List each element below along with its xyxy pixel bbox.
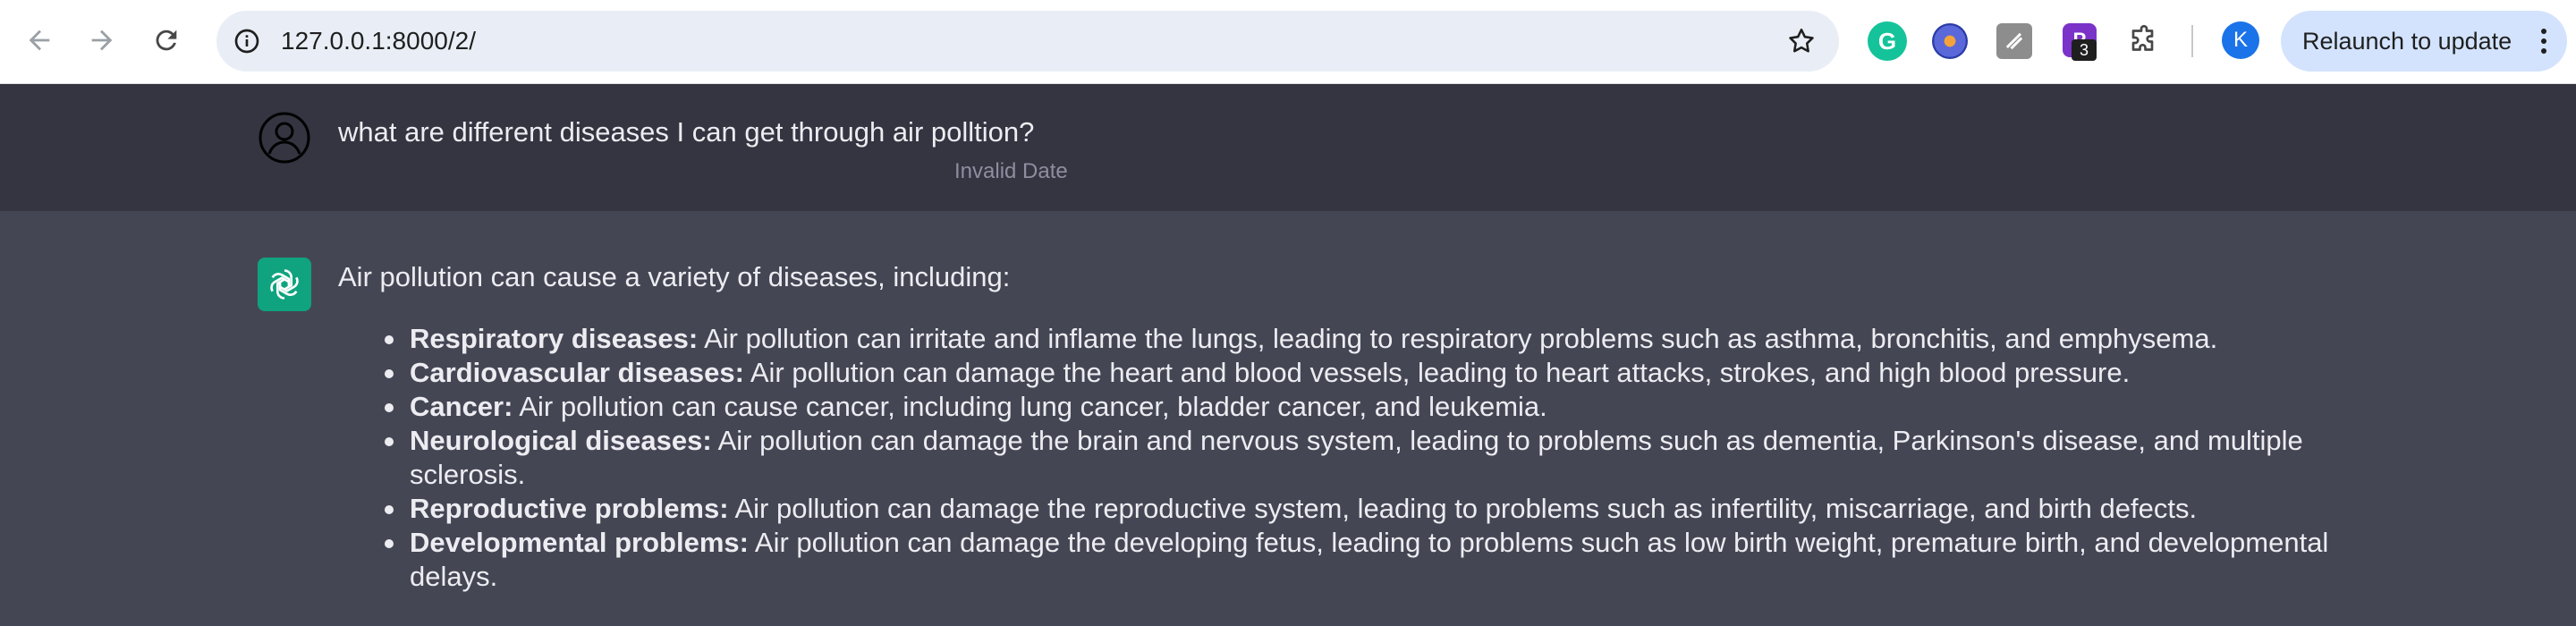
assistant-intro-text: Air pollution can cause a variety of dis… xyxy=(338,261,1011,292)
openai-logo-icon xyxy=(258,258,311,311)
reload-icon xyxy=(156,30,177,51)
message-date: Invalid Date xyxy=(954,159,1068,183)
list-item: Respiratory diseases: Air pollution can … xyxy=(338,322,2360,356)
relaunch-label: Relaunch to update xyxy=(2302,27,2512,55)
url-text[interactable]: 127.0.0.1:8000/2/ xyxy=(281,11,476,72)
list-item-text: Air pollution can damage the heart and b… xyxy=(743,357,2131,388)
more-vert-icon[interactable] xyxy=(2540,27,2547,55)
browser-toolbar: 127.0.0.1:8000/2/ G P 3 K Relaunch to up… xyxy=(0,0,2576,84)
user-avatar-icon xyxy=(258,111,311,165)
list-item-term: Respiratory diseases: xyxy=(410,323,699,354)
list-item: Developmental problems: Air pollution ca… xyxy=(338,526,2360,594)
orb-extension-icon[interactable] xyxy=(1932,23,1968,59)
list-item: Reproductive problems: Air pollution can… xyxy=(338,492,2360,526)
list-item-term: Developmental problems: xyxy=(410,527,749,558)
list-item-term: Cancer: xyxy=(410,391,513,422)
list-item: Neurological diseases: Air pollution can… xyxy=(338,424,2360,492)
grammarly-extension-icon[interactable]: G xyxy=(1868,21,1907,61)
gray-extension-icon[interactable] xyxy=(1996,23,2032,59)
star-icon[interactable] xyxy=(1784,23,1819,59)
info-icon[interactable] xyxy=(229,23,265,59)
list-item: Cancer: Air pollution can cause cancer, … xyxy=(338,390,2360,424)
list-item-term: Cardiovascular diseases: xyxy=(410,357,744,388)
profile-avatar[interactable]: K xyxy=(2222,21,2259,59)
list-item-text: Air pollution can irritate and inflame t… xyxy=(698,323,2218,354)
user-message: what are different diseases I can get th… xyxy=(0,84,2576,211)
user-message-text: what are different diseases I can get th… xyxy=(338,116,1035,148)
address-bar[interactable]: 127.0.0.1:8000/2/ xyxy=(216,11,1839,72)
back-button[interactable] xyxy=(14,15,64,65)
list-item-term: Reproductive problems: xyxy=(410,493,729,524)
list-item-text: Air pollution can cause cancer, includin… xyxy=(513,391,1547,422)
list-item-text: Air pollution can damage the reproductiv… xyxy=(728,493,2198,524)
reload-button[interactable] xyxy=(141,15,191,65)
relaunch-button[interactable]: Relaunch to update xyxy=(2281,11,2567,72)
list-item: Cardiovascular diseases: Air pollution c… xyxy=(338,356,2360,390)
forward-arrow-icon xyxy=(91,30,113,51)
back-arrow-icon xyxy=(29,30,50,51)
list-item-term: Neurological diseases: xyxy=(410,425,712,456)
forward-button[interactable] xyxy=(77,15,127,65)
disease-list: Respiratory diseases: Air pollution can … xyxy=(338,322,2360,594)
puzzle-icon[interactable] xyxy=(2125,21,2163,59)
assistant-message: Air pollution can cause a variety of dis… xyxy=(0,211,2576,626)
toolbar-divider xyxy=(2191,25,2193,57)
extension-badge: 3 xyxy=(2072,39,2097,61)
